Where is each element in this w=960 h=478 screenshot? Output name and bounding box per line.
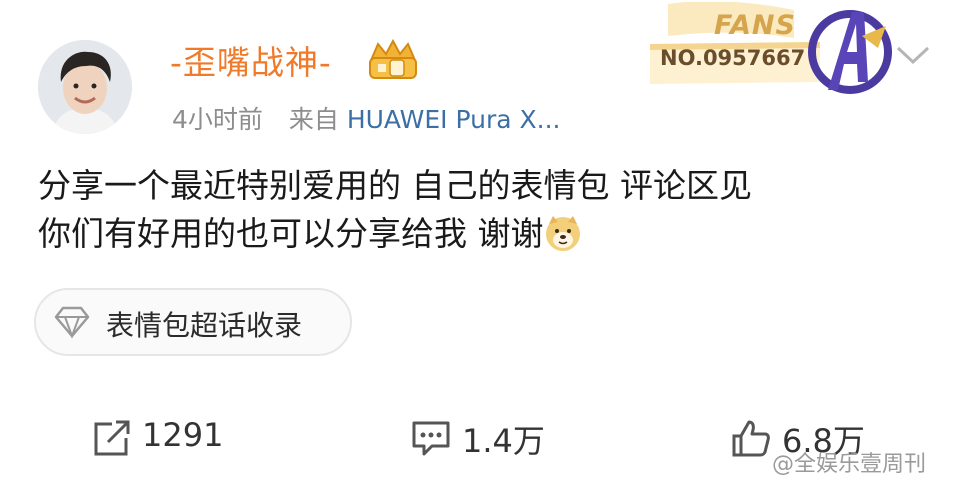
doge-emoji-icon: [544, 214, 582, 252]
avatar[interactable]: [38, 40, 132, 134]
post-text: 分享一个最近特别爱用的 自己的表情包 评论区见 你们有好用的也可以分享给我 谢谢: [38, 162, 928, 258]
post-text-line-2-text: 你们有好用的也可以分享给我 谢谢: [38, 214, 544, 253]
source-prefix: 来自: [288, 105, 339, 134]
fans-label: FANS: [714, 10, 796, 41]
post-time: 4小时前: [172, 105, 263, 134]
topic-chip[interactable]: 表情包超话收录: [34, 288, 352, 356]
thumbs-up-icon: [730, 418, 772, 458]
comment-icon: [410, 418, 452, 458]
chevron-down-icon[interactable]: [892, 40, 934, 70]
post-meta: 4小时前 来自 HUAWEI Pura X...: [172, 100, 561, 136]
post-text-line-1: 分享一个最近特别爱用的 自己的表情包 评论区见: [38, 166, 752, 205]
repost-icon: [90, 418, 132, 458]
vip-crown-icon: [364, 38, 422, 82]
username[interactable]: -歪嘴战神-: [170, 36, 332, 84]
avatar-image: [38, 40, 132, 134]
repost-button[interactable]: 1291: [90, 414, 250, 464]
comment-button[interactable]: 1.4万: [410, 414, 580, 464]
repost-count: 1291: [142, 416, 224, 454]
device-link[interactable]: HUAWEI Pura X...: [347, 105, 561, 134]
diamond-icon: [53, 305, 91, 339]
watermark: @全娱乐壹周刊: [772, 452, 927, 477]
post-text-line-2: 你们有好用的也可以分享给我 谢谢: [38, 210, 928, 258]
avengers-icon: [802, 2, 894, 100]
fans-number: NO.0957667: [660, 46, 806, 70]
topic-label: 表情包超话收录: [106, 309, 303, 342]
comment-count: 1.4万: [462, 422, 545, 460]
